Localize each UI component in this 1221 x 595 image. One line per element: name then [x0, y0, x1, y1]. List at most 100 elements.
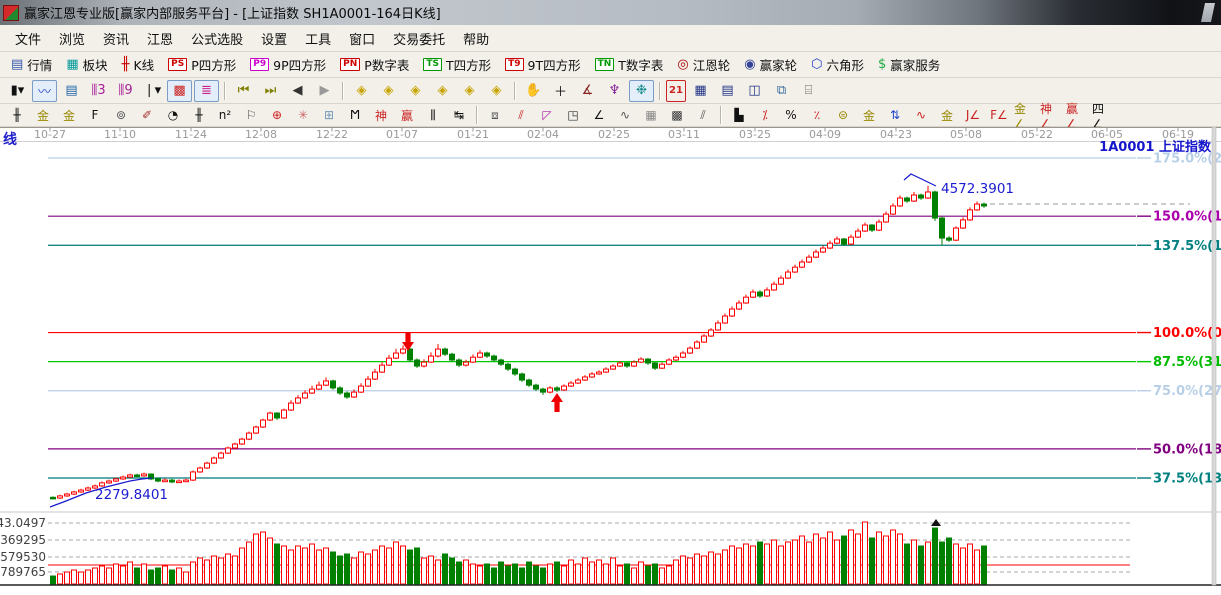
p-square-button[interactable]: PS P四方形 — [161, 54, 243, 76]
right-scrollbar[interactable] — [1211, 126, 1217, 586]
gann-shift-left-button[interactable]: ◈ — [349, 80, 374, 102]
menu-item-工具[interactable]: 工具 — [296, 26, 340, 51]
9p-square-button[interactable]: P9 9P四方形 — [243, 54, 333, 76]
gold-split-tool-1[interactable]: 金 — [31, 105, 55, 125]
gann-emblem-tool[interactable]: ♆ — [602, 80, 627, 102]
memo-tool[interactable]: ▤ — [715, 80, 740, 102]
gann-scale-tool[interactable]: ╫ — [5, 105, 29, 125]
tick-ruler-tool[interactable]: ╫ — [187, 105, 211, 125]
pattern-frame-tool[interactable]: ▩ — [167, 79, 192, 102]
n2-ruler-tool[interactable]: n² — [213, 105, 237, 125]
color-histogram-tool[interactable]: ≣ — [194, 79, 219, 102]
wave-check-tool[interactable]: ∿ — [613, 105, 637, 125]
menu-item-资讯[interactable]: 资讯 — [94, 26, 138, 51]
bars-3-tool[interactable]: ⫼3 — [86, 80, 111, 102]
zigzag-overlay-tool[interactable]: 〰 — [32, 79, 57, 102]
strike-percent-tool[interactable]: ⁒ — [753, 105, 777, 125]
first-page-button[interactable]: ⏮ — [231, 80, 256, 102]
winner-wheel-button[interactable]: ◉ 赢家轮 — [737, 54, 804, 76]
fan-square-tool[interactable]: ◳ — [561, 105, 585, 125]
kline-chart-canvas[interactable]: 10-27 11-10 11-24 12-08 12-22 01-07 01-21 02-04… — [0, 126, 1221, 591]
t-number-table-button[interactable]: TN T数字表 — [588, 54, 671, 76]
quotes-button[interactable]: ▤ 行情 — [4, 54, 59, 76]
gold-line-tool[interactable]: 金 — [857, 105, 881, 125]
target-dots-tool[interactable]: ✳ — [291, 105, 315, 125]
ruler-123-tool[interactable]: ⫼ — [421, 105, 445, 125]
calendar-tool[interactable]: 21 — [666, 79, 686, 102]
gold-angle-tool[interactable]: 金∠ — [1013, 102, 1037, 131]
peak-price-label[interactable]: 4572.3901 — [941, 181, 1014, 197]
chart-export-tool[interactable]: ⧉ — [769, 80, 794, 102]
grid-target-tool[interactable]: ⊞ — [317, 105, 341, 125]
single-candle-dropdown[interactable]: ❘▾ — [140, 80, 165, 102]
menu-item-设置[interactable]: 设置 — [252, 26, 296, 51]
brush-rocket-tool[interactable]: ✐ — [135, 105, 159, 125]
sectors-button[interactable]: ▦ 板块 — [59, 54, 114, 76]
candle-adjust-tool[interactable]: ⇅ — [883, 105, 907, 125]
gann-wheel-button[interactable]: ◎ 江恩轮 — [670, 54, 737, 76]
fan-box-tool[interactable]: ◸ — [535, 105, 559, 125]
kline-button[interactable]: ╫ K线 — [115, 54, 162, 76]
candle-type-dropdown[interactable]: ▮▾ — [5, 80, 30, 102]
p-number-table-button[interactable]: PN P数字表 — [333, 54, 416, 76]
parallel-lines-tool[interactable]: ⫽ — [691, 105, 715, 125]
percent-tool[interactable]: % — [779, 105, 803, 125]
fibonacci-ruler-tool[interactable]: F — [83, 105, 107, 125]
menu-item-浏览[interactable]: 浏览 — [50, 26, 94, 51]
si-angle-tool[interactable]: 四∠ — [1091, 102, 1115, 131]
fan-lines-tool[interactable]: ⫽ — [509, 105, 533, 125]
titlebar-decoration — [1200, 3, 1216, 22]
start-price-label[interactable]: 2279.8401 — [95, 487, 168, 503]
report-tool[interactable]: ▤ — [59, 80, 84, 102]
menu-item-帮助[interactable]: 帮助 — [454, 26, 498, 51]
gann-star-button[interactable]: ◈ — [457, 80, 482, 102]
angle-lines-tool[interactable]: ∠ — [587, 105, 611, 125]
gann-expand-button[interactable]: ◈ — [403, 80, 428, 102]
gann-grid-button[interactable]: ◈ — [484, 80, 509, 102]
menu-item-窗口[interactable]: 窗口 — [340, 26, 384, 51]
9t-square-button[interactable]: T9 9T四方形 — [498, 54, 588, 76]
gold-bar-tool[interactable]: 金 — [935, 105, 959, 125]
wave-red-tool[interactable]: ∿ — [909, 105, 933, 125]
target-red-tool[interactable]: ⊕ — [265, 105, 289, 125]
remote-pc-tool[interactable]: ⌸ — [796, 80, 821, 102]
next-button[interactable]: ▶ — [312, 80, 337, 102]
crosshair-tool[interactable]: ＋ — [548, 80, 573, 102]
menu-item-交易委托[interactable]: 交易委托 — [384, 26, 454, 51]
gann-compress-button[interactable]: ◈ — [430, 80, 455, 102]
frame-box-tool[interactable]: ⧈ — [483, 105, 507, 125]
save-tool[interactable]: ◫ — [742, 80, 767, 102]
bars-9-tool[interactable]: ⫼9 — [113, 80, 138, 102]
spiral-tool[interactable]: ⊚ — [109, 105, 133, 125]
gold-circle-tool[interactable]: ⊜ — [831, 105, 855, 125]
stats-percent-tool[interactable]: ▙ — [727, 105, 751, 125]
menu-item-文件[interactable]: 文件 — [6, 26, 50, 51]
gann-shift-right-button[interactable]: ◈ — [376, 80, 401, 102]
j-angle-tool[interactable]: J∠ — [961, 105, 985, 125]
hand-tool[interactable]: ✋ — [521, 80, 546, 102]
gold-split-tool-2[interactable]: 金 — [57, 105, 81, 125]
flag-measure-tool[interactable]: ⚐ — [239, 105, 263, 125]
menu-item-江恩[interactable]: 江恩 — [138, 26, 182, 51]
calculator-tool[interactable]: ▦ — [688, 80, 713, 102]
shen-angle-tool[interactable]: 神∠ — [1039, 102, 1063, 131]
last-page-button[interactable]: ⏭ — [258, 80, 283, 102]
t-square-button[interactable]: TS T四方形 — [416, 54, 498, 76]
angle-measure-tool[interactable]: ∡ — [575, 80, 600, 102]
gann-clock-tool[interactable]: ◔ — [161, 105, 185, 125]
gann-brain-tool[interactable]: ❉ — [629, 79, 654, 102]
winner-service-button[interactable]: $ 赢家服务 — [871, 54, 947, 76]
pane-tab-label[interactable]: 线 — [3, 131, 17, 148]
percent-line-tool[interactable]: ٪ — [805, 105, 829, 125]
grid-dots-tool[interactable]: ▦ — [639, 105, 663, 125]
m-marks-tool[interactable]: Ϻ — [343, 105, 367, 125]
ying-angle-tool[interactable]: 赢∠ — [1065, 102, 1089, 131]
f-angle-tool[interactable]: F∠ — [987, 105, 1011, 125]
span-arrow-tool[interactable]: ↹ — [447, 105, 471, 125]
grid-box-tool[interactable]: ▩ — [665, 105, 689, 125]
hexagon-button[interactable]: ⬡ 六角形 — [804, 54, 871, 76]
menu-item-公式选股[interactable]: 公式选股 — [182, 26, 252, 51]
ying-tool[interactable]: 赢 — [395, 105, 419, 125]
prev-button[interactable]: ◀ — [285, 80, 310, 102]
shen-tool[interactable]: 神 — [369, 105, 393, 125]
